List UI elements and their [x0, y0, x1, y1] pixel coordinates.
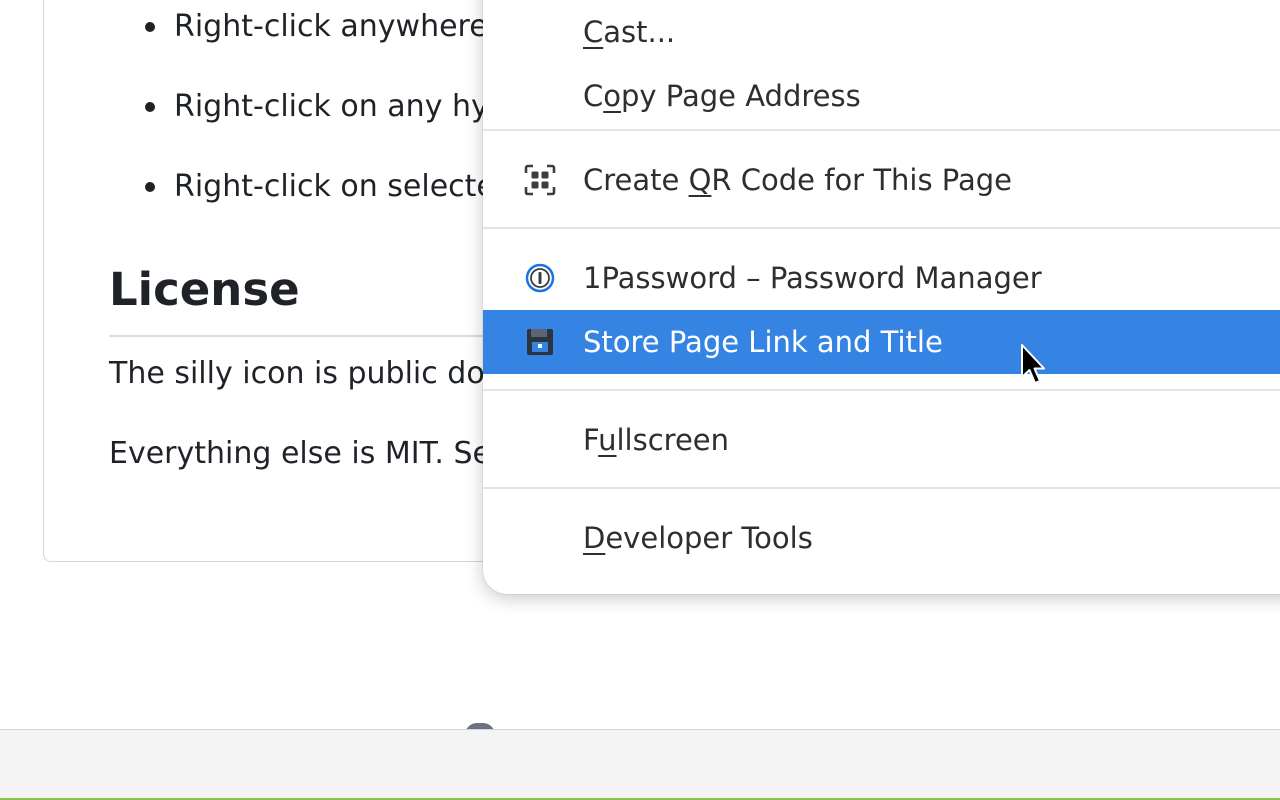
- menu-separator: [483, 389, 1280, 391]
- menu-item-label: Store Page Link and Title: [583, 325, 943, 359]
- 1password-icon: [524, 262, 556, 294]
- bullet-item: Right-click on selecte: [174, 169, 495, 204]
- mouse-pointer-icon: [1021, 344, 1045, 384]
- floppy-disk-icon: [524, 326, 556, 358]
- heading-divider: [109, 335, 509, 337]
- menu-item-developer-tools[interactable]: Developer Tools: [483, 506, 1280, 570]
- menu-item-1password[interactable]: 1Password – Password Manager: [483, 246, 1280, 310]
- menu-item-create-qr-code[interactable]: Create QR Code for This Page: [483, 148, 1280, 212]
- menu-item-label: Copy Page Address: [583, 79, 861, 113]
- qr-code-icon: [524, 164, 556, 196]
- bullet-item: Right-click on any hy: [174, 89, 489, 124]
- menu-separator: [483, 129, 1280, 131]
- menu-item-store-page-link[interactable]: Store Page Link and Title: [483, 310, 1280, 374]
- menu-item-label: 1Password – Password Manager: [583, 261, 1042, 295]
- bullet-marker: [145, 22, 155, 32]
- menu-item-fullscreen[interactable]: Fullscreen: [483, 408, 1280, 472]
- menu-item-cast[interactable]: Cast...: [483, 0, 1280, 64]
- license-heading: License: [109, 263, 300, 316]
- menu-item-label: Developer Tools: [583, 521, 813, 555]
- menu-item-label: Cast...: [583, 15, 676, 49]
- license-paragraph: Everything else is MIT. Se: [109, 436, 491, 471]
- menu-item-copy-page-address[interactable]: Copy Page Address: [483, 64, 1280, 128]
- license-paragraph: The silly icon is public dor: [109, 356, 498, 391]
- menu-item-label: Fullscreen: [583, 423, 730, 457]
- menu-separator: [483, 487, 1280, 489]
- menu-item-label: Create QR Code for This Page: [583, 163, 1013, 197]
- bullet-item: Right-click anywhere: [174, 9, 488, 44]
- bullet-marker: [145, 182, 155, 192]
- bullet-marker: [145, 102, 155, 112]
- context-menu: Cast... Copy Page Address Create QR Code…: [483, 0, 1280, 594]
- bottom-toolbar: [0, 729, 1280, 800]
- menu-separator: [483, 227, 1280, 229]
